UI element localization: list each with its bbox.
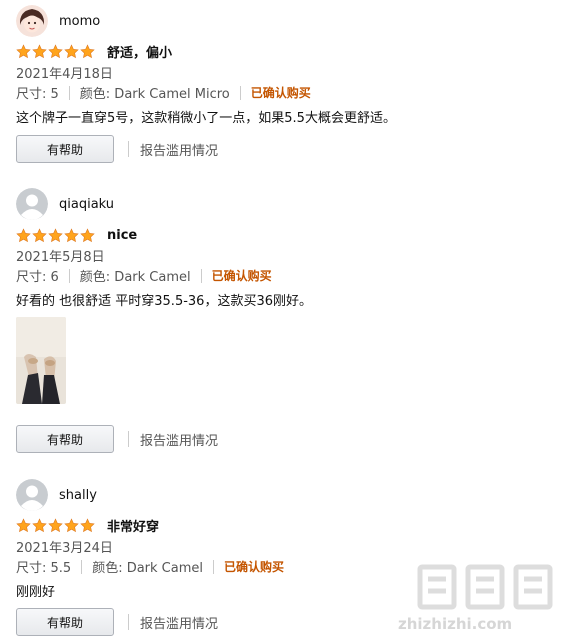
helpful-button[interactable]: 有帮助 bbox=[16, 608, 114, 636]
review-date: 2021年3月24日 bbox=[16, 541, 113, 556]
star-icon bbox=[64, 517, 79, 532]
review-author[interactable]: shally bbox=[16, 479, 97, 511]
review-body: 刚刚好 bbox=[16, 585, 56, 600]
review-title-row: 非常好穿 bbox=[16, 515, 159, 535]
report-abuse-link[interactable]: 报告滥用情况 bbox=[140, 613, 218, 632]
star-icon bbox=[48, 517, 63, 532]
verified-purchase-badge: 已确认购买 bbox=[224, 560, 285, 574]
star-rating[interactable] bbox=[16, 517, 95, 533]
star-icon bbox=[80, 517, 95, 532]
review-card: shally 非常好穿 2021年3月24日 尺寸: 5.5 颜色: Dark … bbox=[0, 0, 578, 637]
star-icon bbox=[16, 517, 31, 532]
review-variant-row: 尺寸: 5.5 颜色: Dark Camel 已确认购买 bbox=[16, 557, 284, 576]
divider bbox=[128, 614, 129, 630]
review-title[interactable]: 非常好穿 bbox=[107, 516, 159, 535]
size-label[interactable]: 尺寸: 5.5 bbox=[16, 557, 71, 576]
divider bbox=[81, 559, 83, 574]
author-name[interactable]: shally bbox=[59, 488, 97, 503]
divider bbox=[213, 559, 214, 574]
color-label[interactable]: 颜色: Dark Camel bbox=[92, 557, 203, 576]
star-icon bbox=[32, 517, 47, 532]
avatar bbox=[16, 479, 48, 511]
